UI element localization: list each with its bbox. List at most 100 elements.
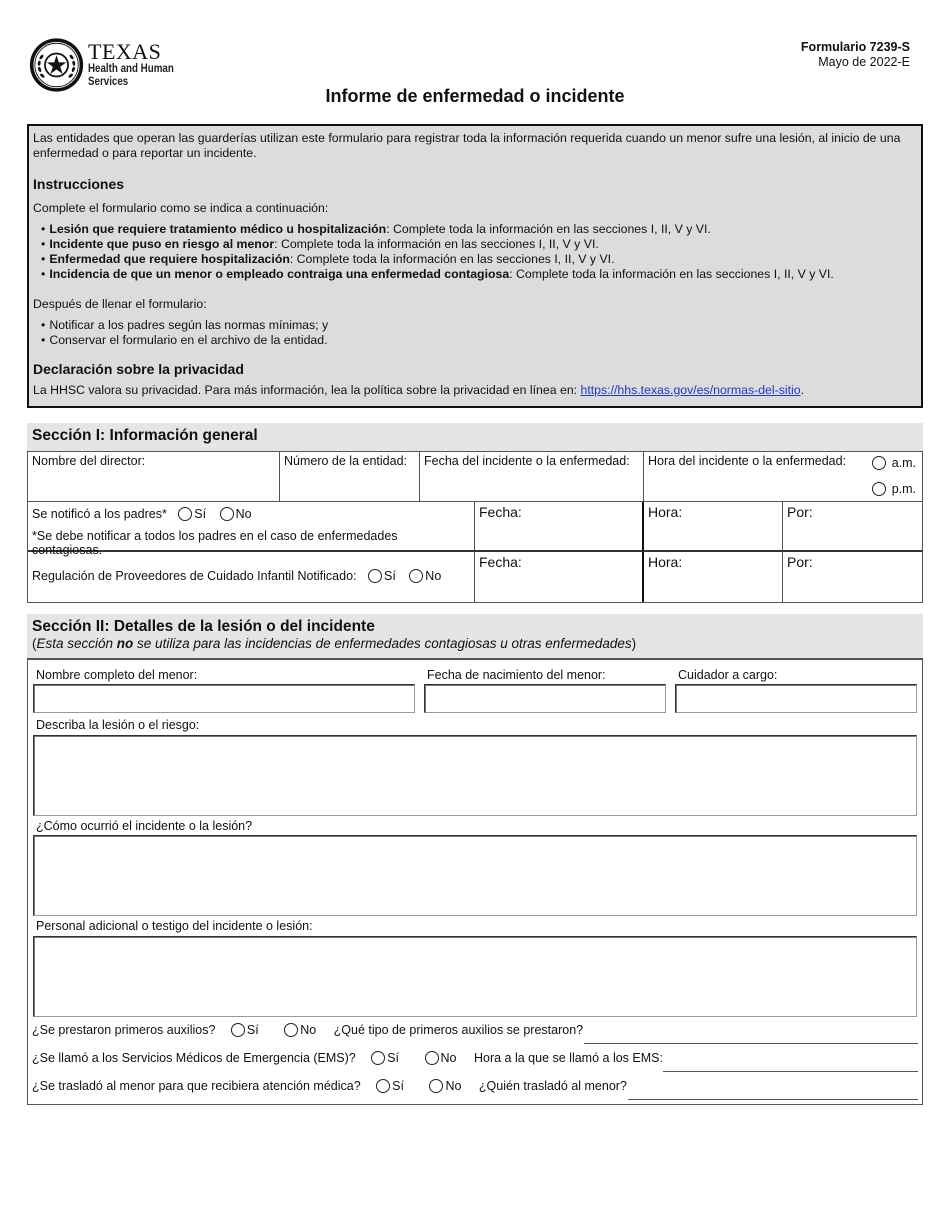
parents-notified-time-field[interactable]: Hora: [642, 502, 783, 552]
transport-who-question: ¿Quién trasladó al menor? [478, 1079, 627, 1093]
first-aid-no-radio[interactable] [284, 1023, 299, 1037]
transport-no-radio[interactable] [429, 1079, 444, 1093]
section2-header: Sección II: Detalles de la lesión o del … [27, 614, 923, 658]
after-item: Conservar el formulario en el archivo de… [41, 333, 917, 348]
pm-label: p.m. [891, 482, 916, 496]
after-list: Notificar a los padres según las normas … [33, 318, 917, 348]
document-title: Informe de enfermedad o incidente [325, 86, 625, 106]
instruction-item: Lesión que requiere tratamiento médico u… [41, 222, 917, 237]
form-description: Las entidades que operan las guarderías … [33, 131, 901, 160]
parents-by-label: Por: [787, 504, 813, 520]
am-radio[interactable] [872, 456, 887, 470]
transport-yes-radio[interactable] [376, 1079, 391, 1093]
instructions-heading: Instrucciones [33, 176, 125, 192]
incident-date-label: Fecha del incidente o la enfermedad: [424, 454, 630, 468]
ems-no-radio[interactable] [424, 1051, 439, 1065]
ccr-by-label: Por: [787, 554, 813, 570]
instruction-item: Enfermedad que requiere hospitalización:… [41, 252, 917, 267]
after-item: Notificar a los padres según las normas … [41, 318, 917, 333]
instructions-box: Las entidades que operan las guarderías … [27, 124, 923, 408]
parents-notified-date-field[interactable]: Fecha: [475, 502, 643, 552]
how-occurred-label: ¿Cómo ocurrió el incidente o la lesión? [36, 819, 253, 833]
incident-time-field[interactable]: Hora del incidente o la enfermedad: a.m.… [644, 452, 922, 502]
instructions-lead: Complete el formulario como se indica a … [33, 201, 329, 215]
parents-no-label: No [235, 507, 252, 521]
after-lead: Después de llenar el formulario: [33, 297, 207, 311]
transport-row: ¿Se trasladó al menor para que recibiera… [32, 1079, 627, 1093]
transport-who-input[interactable] [628, 1099, 918, 1100]
describe-injury-textarea[interactable] [33, 735, 917, 816]
witness-textarea[interactable] [33, 936, 917, 1017]
instruction-item: Incidente que puso en riesgo al menor: C… [41, 237, 917, 252]
logo-agency-line1: Health and Human [88, 63, 174, 75]
parents-notified-by-field[interactable]: Por: [783, 502, 922, 552]
ems-time-input[interactable] [663, 1071, 918, 1072]
ems-yes-radio[interactable] [371, 1051, 386, 1065]
parents-date-label: Fecha: [479, 504, 522, 520]
how-occurred-textarea[interactable] [33, 835, 917, 916]
incident-time-label: Hora del incidente o la enfermedad: [648, 454, 847, 468]
section2-body: Nombre completo del menor: Fecha de naci… [27, 658, 923, 1105]
first-aid-no-label: No [300, 1023, 317, 1037]
ccr-no-label: No [425, 569, 442, 583]
first-aid-type-question: ¿Qué tipo de primeros auxilios se presta… [333, 1023, 584, 1037]
ems-no-label: No [440, 1051, 457, 1065]
ccr-notified-label: Regulación de Proveedores de Cuidado Inf… [32, 569, 357, 583]
ccr-notified-by-field[interactable]: Por: [783, 552, 922, 602]
ems-row: ¿Se llamó a los Servicios Médicos de Eme… [32, 1051, 663, 1065]
privacy-link[interactable]: https://hhs.texas.gov/es/normas-del-siti… [581, 383, 801, 397]
ems-yes-label: Sí [387, 1051, 400, 1065]
form-number: Formulario 7239-S [800, 40, 910, 54]
section2-subtitle: (Esta sección no se utiliza para las inc… [32, 636, 637, 651]
parents-notified-label: Se notificó a los padres* [32, 507, 167, 521]
caregiver-input[interactable] [675, 684, 917, 713]
form-identifier: Formulario 7239-S Mayo de 2022-E [801, 40, 910, 70]
page-header: TEXAS Health and Human Services Formular… [0, 0, 950, 120]
director-name-field[interactable]: Nombre del director: [28, 452, 280, 502]
ccr-yes-label: Sí [384, 569, 396, 583]
ccr-notified-no-radio[interactable] [409, 569, 424, 583]
section1-header: Sección I: Información general [27, 423, 923, 451]
child-name-input[interactable] [33, 684, 415, 713]
witness-label: Personal adicional o testigo del inciden… [36, 919, 313, 933]
incident-date-field[interactable]: Fecha del incidente o la enfermedad: [420, 452, 644, 502]
child-dob-input[interactable] [424, 684, 666, 713]
parents-yes-label: Sí [194, 507, 207, 521]
ccr-time-label: Hora: [648, 554, 683, 570]
first-aid-question: ¿Se prestaron primeros auxilios? [32, 1023, 216, 1037]
first-aid-yes-radio[interactable] [230, 1023, 245, 1037]
entity-number-field[interactable]: Número de la entidad: [280, 452, 420, 502]
section2-title: Sección II: Detalles de la lesión o del … [32, 618, 375, 635]
ccr-date-label: Fecha: [479, 554, 522, 570]
child-dob-label: Fecha de nacimiento del menor: [427, 668, 606, 682]
parents-notified-yes-radio[interactable] [178, 507, 193, 521]
am-label: a.m. [891, 456, 916, 470]
entity-number-label: Número de la entidad: [284, 454, 407, 468]
transport-yes-label: Sí [392, 1079, 404, 1093]
first-aid-type-input[interactable] [584, 1043, 918, 1044]
logo-texas-text: TEXAS [88, 39, 162, 64]
pm-radio[interactable] [872, 482, 887, 496]
section1-table: Nombre del director: Número de la entida… [27, 451, 923, 603]
privacy-heading: Declaración sobre la privacidad [33, 361, 244, 377]
director-name-label: Nombre del director: [32, 454, 146, 468]
first-aid-row: ¿Se prestaron primeros auxilios? Sí No ¿… [32, 1023, 583, 1037]
ccr-notified-date-field[interactable]: Fecha: [475, 552, 643, 602]
section1-title: Sección I: Información general [32, 427, 258, 444]
instructions-list: Lesión que requiere tratamiento médico u… [33, 222, 917, 282]
parents-notified-no-radio[interactable] [219, 507, 234, 521]
ems-time-question: Hora a la que se llamó a los EMS: [473, 1051, 663, 1065]
ccr-notified-cell: Regulación de Proveedores de Cuidado Inf… [28, 552, 475, 602]
first-aid-yes-label: Sí [246, 1023, 259, 1037]
transport-no-label: No [445, 1079, 462, 1093]
caregiver-label: Cuidador a cargo: [678, 668, 778, 682]
form-date: Mayo de 2022-E [818, 55, 910, 69]
transport-question: ¿Se trasladó al menor para que recibiera… [32, 1079, 361, 1093]
privacy-statement: La HHSC valora su privacidad. Para más i… [33, 383, 804, 397]
ccr-notified-time-field[interactable]: Hora: [642, 552, 783, 602]
parents-notified-cell: Se notificó a los padres* Sí No *Se debe… [28, 502, 475, 557]
describe-injury-label: Describa la lesión o el riesgo: [36, 718, 200, 732]
child-name-label: Nombre completo del menor: [36, 668, 198, 682]
ems-question: ¿Se llamó a los Servicios Médicos de Eme… [32, 1051, 356, 1065]
ccr-notified-yes-radio[interactable] [368, 569, 382, 583]
